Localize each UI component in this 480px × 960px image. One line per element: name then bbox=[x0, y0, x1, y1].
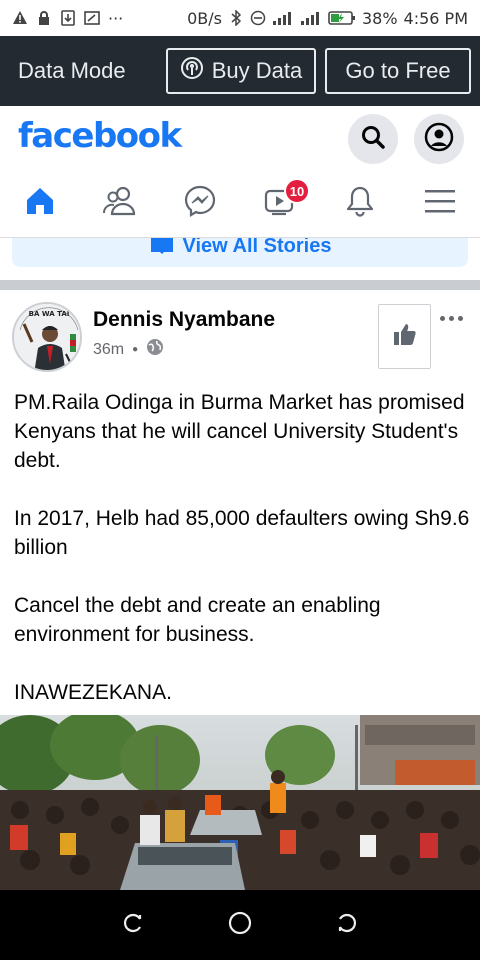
tab-notifications[interactable] bbox=[320, 170, 400, 237]
book-icon bbox=[149, 238, 175, 262]
tab-watch[interactable]: 10 bbox=[240, 170, 320, 237]
lock-icon bbox=[36, 10, 52, 26]
system-nav-bar bbox=[0, 890, 480, 960]
friends-icon bbox=[102, 184, 138, 223]
status-bar: ··· 0B/s 38% 4:56 PM bbox=[0, 0, 480, 36]
search-button[interactable] bbox=[348, 114, 398, 164]
post-paragraph: PM.Raila Odinga in Burma Market has prom… bbox=[14, 391, 465, 472]
user-icon bbox=[424, 122, 454, 157]
battery-icon bbox=[328, 10, 356, 26]
thumbs-up-icon bbox=[392, 321, 418, 352]
post-paragraph: Cancel the debt and create an enabling e… bbox=[14, 594, 381, 646]
clock: 4:56 PM bbox=[403, 8, 468, 28]
view-all-stories-button[interactable]: View All Stories bbox=[12, 238, 468, 267]
overflow-icon: ··· bbox=[108, 8, 124, 28]
view-all-stories-label: View All Stories bbox=[182, 238, 332, 257]
post-options-button[interactable] bbox=[440, 312, 466, 324]
back-icon[interactable] bbox=[335, 911, 359, 940]
avatar[interactable]: BA WA TAI bbox=[12, 302, 82, 372]
post-paragraph: INAWEZEKANA. bbox=[14, 681, 172, 704]
data-mode-title: Data Mode bbox=[18, 58, 126, 83]
tab-home[interactable] bbox=[0, 170, 80, 237]
post-author[interactable]: Dennis Nyambane bbox=[93, 308, 275, 332]
home-button-icon[interactable] bbox=[227, 910, 253, 941]
facebook-logo[interactable]: facebook bbox=[18, 116, 182, 156]
signal-icon-2 bbox=[300, 10, 322, 26]
tab-menu[interactable] bbox=[400, 170, 480, 237]
watch-badge: 10 bbox=[284, 178, 310, 204]
app-header: facebook bbox=[0, 106, 480, 170]
messenger-icon bbox=[183, 184, 217, 223]
post-meta: 36m ● bbox=[93, 338, 164, 361]
buy-data-label: Buy Data bbox=[211, 58, 303, 83]
go-to-free-button[interactable]: Go to Free bbox=[325, 48, 471, 94]
more-dot-icon bbox=[449, 315, 454, 321]
post-time[interactable]: 36m bbox=[93, 341, 124, 359]
broadcast-icon bbox=[180, 56, 204, 86]
hamburger-icon bbox=[424, 186, 456, 221]
like-page-button[interactable] bbox=[378, 304, 431, 369]
stories-section: View All Stories bbox=[0, 238, 480, 280]
go-to-free-label: Go to Free bbox=[345, 58, 451, 83]
dot-separator: ● bbox=[132, 344, 139, 355]
data-mode-bar: Data Mode Buy Data Go to Free bbox=[0, 36, 480, 106]
section-divider bbox=[0, 280, 480, 290]
download-icon bbox=[60, 10, 76, 26]
post-photo[interactable] bbox=[0, 715, 480, 890]
signal-icon bbox=[272, 10, 294, 26]
net-speed: 0B/s bbox=[187, 8, 222, 28]
warning-icon bbox=[12, 10, 28, 26]
main-nav: 10 bbox=[0, 170, 480, 238]
avatar-text: BA WA TAI bbox=[29, 310, 70, 318]
buy-data-button[interactable]: Buy Data bbox=[166, 48, 316, 94]
screen-icon bbox=[84, 10, 100, 26]
home-icon bbox=[23, 184, 57, 223]
search-icon bbox=[360, 124, 386, 155]
more-dot-icon bbox=[440, 315, 445, 321]
globe-icon bbox=[146, 338, 164, 361]
tab-messenger[interactable] bbox=[160, 170, 240, 237]
profile-button[interactable] bbox=[414, 114, 464, 164]
post-body: PM.Raila Odinga in Burma Market has prom… bbox=[14, 388, 470, 736]
bluetooth-icon bbox=[228, 9, 244, 27]
post-paragraph: In 2017, Helb had 85,000 defaulters owin… bbox=[14, 507, 470, 559]
tab-friends[interactable] bbox=[80, 170, 160, 237]
feed-post: BA WA TAI Dennis Nyambane 36m ● PM.Raila… bbox=[0, 290, 480, 890]
dnd-icon bbox=[250, 10, 266, 26]
bell-icon bbox=[344, 184, 376, 223]
recents-icon[interactable] bbox=[121, 911, 145, 940]
more-dot-icon bbox=[458, 315, 463, 321]
battery-level: 38% bbox=[361, 8, 398, 28]
